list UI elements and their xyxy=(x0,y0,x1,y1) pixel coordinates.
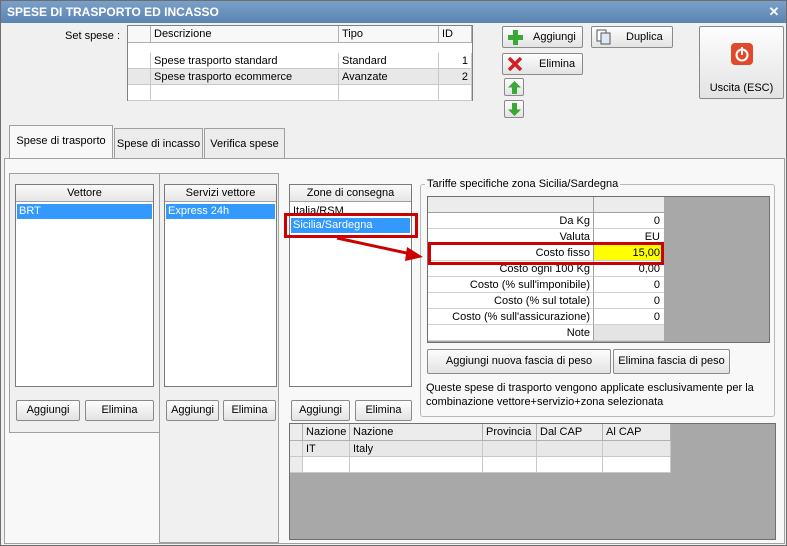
vettore-elimina-button[interactable]: Elimina xyxy=(85,400,154,421)
main-window: SPESE DI TRASPORTO ED INCASSO ✕ Set spes… xyxy=(0,0,787,546)
tariffe-info: Queste spese di trasporto vengono applic… xyxy=(426,382,754,408)
tariffa-label: Costo (% sull'imponibile) xyxy=(428,277,594,293)
tariffa-value[interactable]: 0 xyxy=(594,293,664,309)
table-cell[interactable]: Italy xyxy=(350,441,483,457)
power-icon xyxy=(731,43,753,65)
arrow-up-icon xyxy=(508,81,521,94)
aggiungi-fascia-button[interactable]: Aggiungi nuova fascia di peso xyxy=(427,349,611,374)
table-cell[interactable] xyxy=(483,441,537,457)
plus-icon xyxy=(508,30,523,45)
list-item[interactable]: BRT xyxy=(17,204,152,219)
x-icon xyxy=(508,57,522,71)
table-cell[interactable] xyxy=(603,441,671,457)
tariffe-title: Tariffe specifiche zona Sicilia/Sardegna xyxy=(425,178,621,190)
uscita-button[interactable]: Uscita (ESC) xyxy=(699,26,784,99)
vettore-list[interactable]: Vettore BRT xyxy=(15,184,154,387)
zone-header: Zone di consegna xyxy=(290,185,411,202)
copy-icon xyxy=(596,29,611,45)
uscita-label: Uscita (ESC) xyxy=(709,82,774,94)
tariffa-value[interactable] xyxy=(594,325,664,341)
zone-highlight-box xyxy=(284,213,418,238)
duplica-button[interactable]: Duplica xyxy=(591,26,673,48)
servizi-list[interactable]: Servizi vettore Express 24h xyxy=(164,184,277,387)
table-cell[interactable]: 2 xyxy=(439,69,472,85)
servizi-aggiungi-button[interactable]: Aggiungi xyxy=(166,400,219,421)
title-bar: SPESE DI TRASPORTO ED INCASSO ✕ xyxy=(1,1,786,23)
tariffa-value[interactable]: 0 xyxy=(594,309,664,325)
tab-spese-incasso[interactable]: Spese di incasso xyxy=(114,128,203,159)
nazioni-grid: Nazione Nazione Provincia Dal CAP Al CAP… xyxy=(289,423,776,540)
table-row[interactable]: Spese trasporto ecommerce xyxy=(151,69,339,85)
tariffa-label: Costo (% sull'assicurazione) xyxy=(428,309,594,325)
col-descrizione[interactable]: Descrizione xyxy=(151,26,339,43)
move-up-button[interactable] xyxy=(504,78,524,96)
table-cell[interactable]: Standard xyxy=(339,53,439,69)
table-cell[interactable] xyxy=(537,441,603,457)
vettore-header: Vettore xyxy=(16,185,153,202)
arrow-annotation xyxy=(336,236,423,261)
zone-aggiungi-button[interactable]: Aggiungi xyxy=(291,400,350,421)
move-down-button[interactable] xyxy=(504,100,524,118)
tariffa-value[interactable]: 0 xyxy=(594,277,664,293)
col-nazione-code[interactable]: Nazione xyxy=(303,424,350,441)
elimina-label: Elimina xyxy=(539,58,576,70)
tab-spese-trasporto[interactable]: Spese di trasporto xyxy=(9,125,113,159)
tariffa-label: Costo (% sul totale) xyxy=(428,293,594,309)
zone-elimina-button[interactable]: Elimina xyxy=(355,400,412,421)
tariffa-value[interactable]: 0 xyxy=(594,213,664,229)
col-tipo[interactable]: Tipo xyxy=(339,26,439,43)
window-title: SPESE DI TRASPORTO ED INCASSO xyxy=(7,5,219,19)
col-dal-cap[interactable]: Dal CAP xyxy=(537,424,603,441)
elimina-set-button[interactable]: Elimina xyxy=(502,53,583,75)
table-cell[interactable]: IT xyxy=(303,441,350,457)
table-cell[interactable]: 1 xyxy=(439,53,472,69)
list-item[interactable]: Express 24h xyxy=(166,204,275,219)
table-cell[interactable]: Avanzate xyxy=(339,69,439,85)
col-al-cap[interactable]: Al CAP xyxy=(603,424,671,441)
col-nazione[interactable]: Nazione xyxy=(350,424,483,441)
tariffa-label: Da Kg xyxy=(428,213,594,229)
table-row[interactable]: Spese trasporto standard xyxy=(151,53,339,69)
close-icon[interactable]: ✕ xyxy=(766,4,782,20)
aggiungi-label: Aggiungi xyxy=(533,31,576,43)
tab-verifica-spese[interactable]: Verifica spese xyxy=(204,128,285,159)
set-spese-grid: Descrizione Tipo ID Spese trasporto stan… xyxy=(127,25,473,101)
servizi-elimina-button[interactable]: Elimina xyxy=(223,400,276,421)
vettore-aggiungi-button[interactable]: Aggiungi xyxy=(16,400,80,421)
col-provincia[interactable]: Provincia xyxy=(483,424,537,441)
duplica-label: Duplica xyxy=(626,31,663,43)
tariffe-grid: Da Kg 0 Valuta EU Costo fisso 15,00 Cost… xyxy=(427,196,770,343)
aggiungi-set-button[interactable]: Aggiungi xyxy=(502,26,583,48)
tariffa-label: Note xyxy=(428,325,594,341)
costo-fisso-highlight-box xyxy=(428,242,664,265)
servizi-header: Servizi vettore xyxy=(165,185,276,202)
col-id[interactable]: ID xyxy=(439,26,472,43)
elimina-fascia-button[interactable]: Elimina fascia di peso xyxy=(613,349,730,374)
arrow-down-icon xyxy=(508,103,521,116)
set-spese-label: Set spese : xyxy=(65,30,121,42)
